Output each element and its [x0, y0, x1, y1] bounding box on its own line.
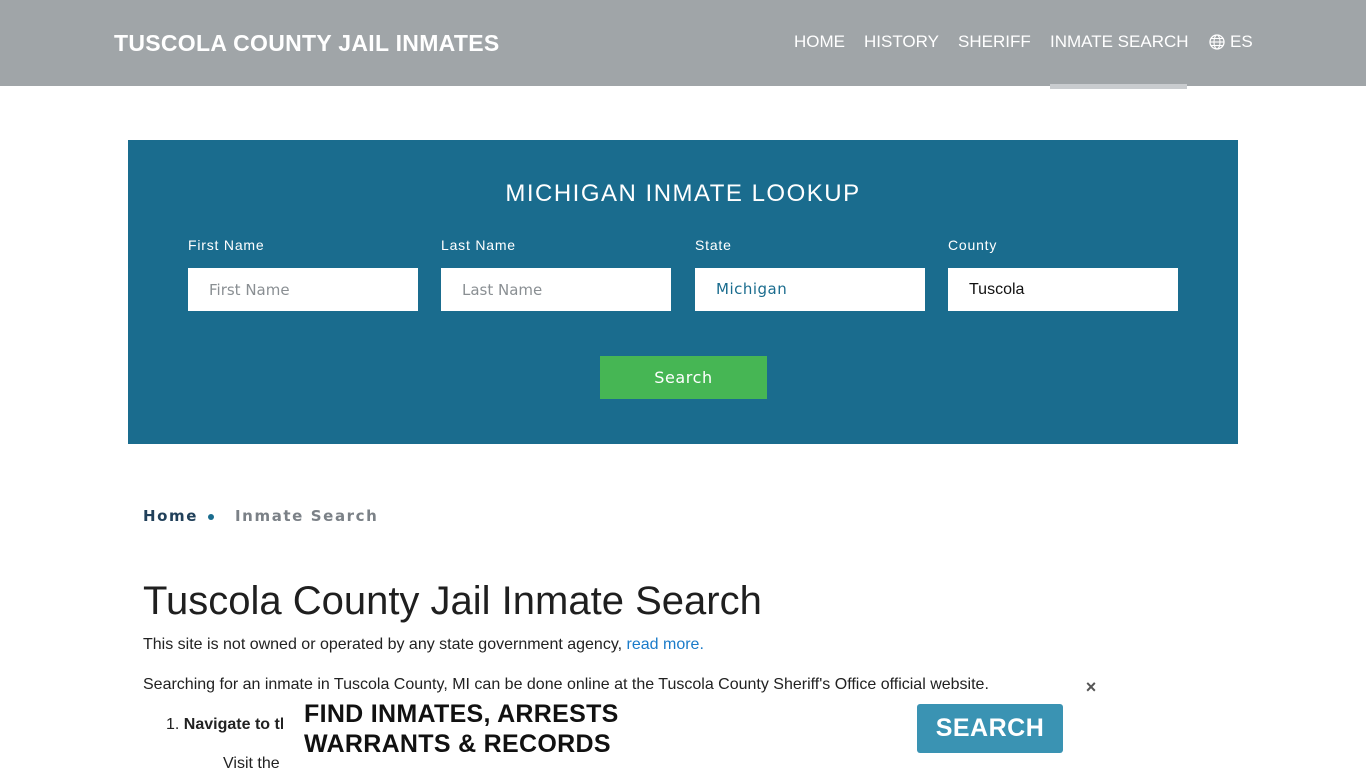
nav-active-indicator: [1050, 84, 1187, 89]
nav-home[interactable]: HOME: [794, 0, 845, 86]
ad-headline-2: WARRANTS & RECORDS: [304, 730, 611, 758]
ad-search-button[interactable]: SEARCH: [917, 704, 1063, 753]
last-name-input[interactable]: [441, 268, 671, 311]
nav-history[interactable]: HISTORY: [864, 0, 939, 86]
nav-sheriff[interactable]: SHERIFF: [958, 0, 1031, 86]
ad-banner[interactable]: FIND INMATES, ARRESTS WARRANTS & RECORDS…: [283, 694, 1083, 768]
read-more-link[interactable]: read more.: [627, 636, 704, 653]
lookup-title: MICHIGAN INMATE LOOKUP: [505, 180, 861, 207]
first-name-input[interactable]: [188, 268, 418, 311]
list-item-heading: Navigate to th: [183, 716, 290, 733]
last-name-label: Last Name: [441, 237, 516, 253]
list-number: 1.: [166, 716, 184, 733]
state-select[interactable]: Michigan: [695, 268, 925, 311]
breadcrumb-home[interactable]: Home: [143, 507, 198, 525]
breadcrumb-separator: [208, 514, 214, 520]
ad-headline-1: FIND INMATES, ARRESTS: [304, 700, 619, 728]
disclaimer-text: This site is not owned or operated by an…: [143, 636, 627, 653]
sub-list-item: Visit the: [205, 755, 280, 773]
intro-paragraph: Searching for an inmate in Tuscola Count…: [143, 676, 989, 693]
search-button[interactable]: Search: [600, 356, 767, 399]
nav-language-es[interactable]: ES: [1230, 0, 1253, 86]
inmate-lookup-panel: MICHIGAN INMATE LOOKUP First Name Last N…: [128, 140, 1238, 444]
site-brand[interactable]: TUSCOLA COUNTY JAIL INMATES: [114, 30, 500, 57]
first-name-label: First Name: [188, 237, 265, 253]
globe-icon[interactable]: [1209, 34, 1225, 50]
disclaimer: This site is not owned or operated by an…: [143, 636, 704, 654]
site-header: TUSCOLA COUNTY JAIL INMATES HOME HISTORY…: [0, 0, 1366, 86]
breadcrumb-current: Inmate Search: [235, 507, 379, 525]
close-icon[interactable]: ×: [1083, 678, 1099, 696]
sub-list-text: Visit the: [223, 755, 280, 772]
nav-inmate-search[interactable]: INMATE SEARCH: [1050, 0, 1189, 86]
page-title: Tuscola County Jail Inmate Search: [143, 579, 762, 623]
county-label: County: [948, 237, 998, 253]
list-item: 1. Navigate to th: [166, 716, 290, 734]
county-input[interactable]: [948, 268, 1178, 311]
state-label: State: [695, 237, 732, 253]
